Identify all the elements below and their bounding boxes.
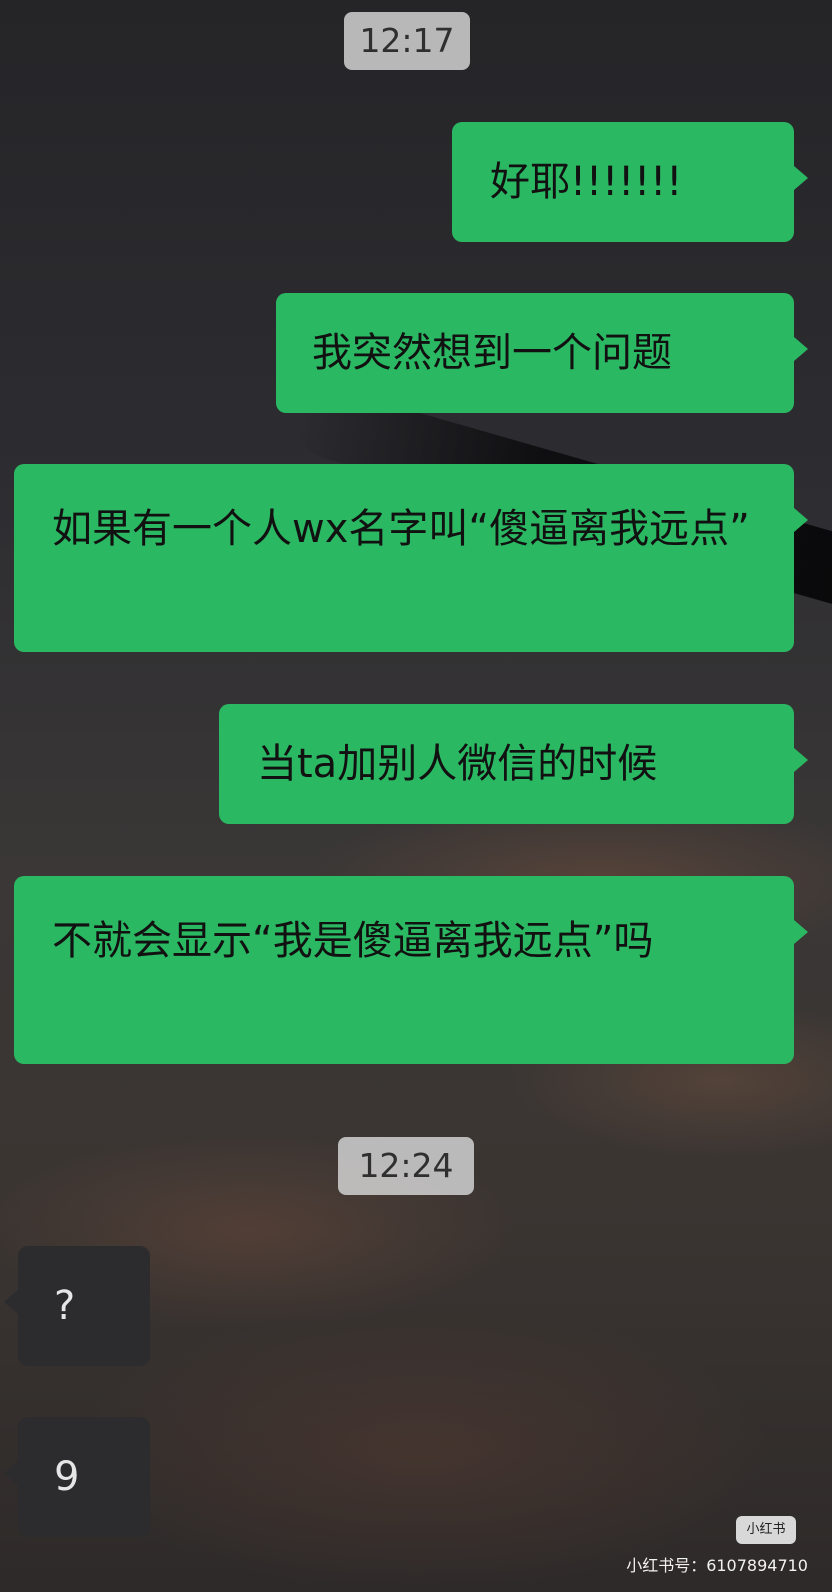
message-bubble-received[interactable]: 9 — [4, 1417, 150, 1537]
watermark-id: 小红书号：6107894710 — [626, 1556, 808, 1575]
timestamp-1224: 12:24 — [338, 1137, 474, 1195]
timestamp-1217: 12:17 — [344, 12, 470, 70]
watermark-logo: 小红书 — [736, 1516, 796, 1544]
message-bubble-sent[interactable]: 我突然想到一个问题 — [276, 293, 808, 413]
message-bubble-sent[interactable]: 当ta加别人微信的时候 — [219, 704, 808, 824]
message-bubble-received[interactable]: ? — [4, 1246, 150, 1366]
message-bubble-sent[interactable]: 好耶!!!!!!! — [452, 122, 808, 242]
message-bubble-sent[interactable]: 如果有一个人wx名字叫“傻逼离我远点” — [14, 464, 808, 652]
message-bubble-sent[interactable]: 不就会显示“我是傻逼离我远点”吗 — [14, 876, 808, 1064]
